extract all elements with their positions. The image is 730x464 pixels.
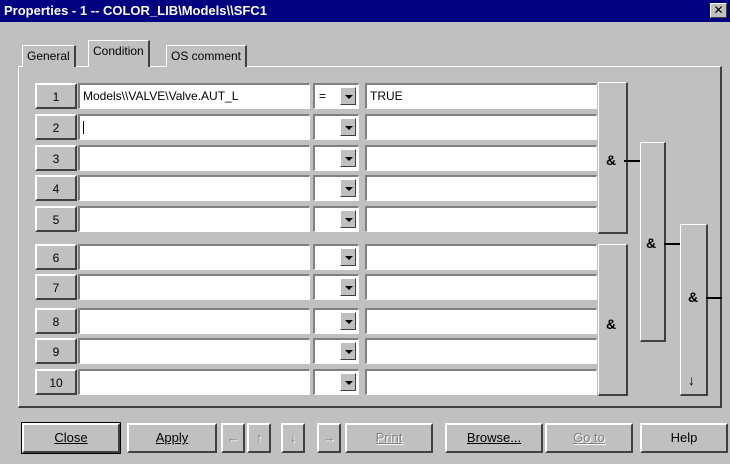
operator-select[interactable] bbox=[313, 274, 359, 300]
expression-input[interactable] bbox=[78, 274, 310, 300]
operator-select[interactable]: = bbox=[313, 83, 359, 109]
operator-select[interactable] bbox=[313, 114, 359, 140]
chevron-down-icon[interactable] bbox=[340, 248, 356, 266]
down-arrow-icon[interactable]: ↓ bbox=[688, 372, 695, 388]
value-input[interactable] bbox=[365, 369, 597, 395]
value-input[interactable] bbox=[365, 206, 597, 232]
chevron-down-icon[interactable] bbox=[340, 312, 356, 330]
and-gate-combined-symbol: & bbox=[646, 235, 657, 251]
apply-button-label: Apply bbox=[155, 430, 189, 445]
value-input[interactable] bbox=[365, 145, 597, 171]
value-input[interactable] bbox=[365, 244, 597, 270]
connector-line bbox=[624, 160, 640, 162]
chevron-down-icon[interactable] bbox=[340, 373, 356, 391]
arrow-right-icon[interactable]: → bbox=[317, 423, 341, 453]
row-number-button[interactable]: 5 bbox=[35, 206, 77, 232]
and-gate-final bbox=[680, 224, 708, 396]
value-input[interactable] bbox=[365, 338, 597, 364]
expression-text: Models\\VALVE\Valve.AUT_L bbox=[83, 89, 239, 103]
tab-condition[interactable]: Condition bbox=[88, 40, 150, 67]
arrow-up-icon[interactable]: ↑ bbox=[247, 423, 271, 453]
chevron-down-icon[interactable] bbox=[340, 179, 356, 197]
connector-line bbox=[706, 297, 722, 299]
browse-button-label: Browse... bbox=[466, 430, 522, 445]
expression-input[interactable]: Models\\VALVE\Valve.AUT_L bbox=[78, 83, 310, 109]
operator-select[interactable] bbox=[313, 175, 359, 201]
chevron-down-icon[interactable] bbox=[340, 278, 356, 296]
chevron-down-icon[interactable] bbox=[340, 149, 356, 167]
value-input[interactable]: TRUE bbox=[365, 83, 597, 109]
row-number-button[interactable]: 8 bbox=[35, 308, 77, 334]
title-bar: Properties - 1 -- COLOR_LIB\Models\\SFC1… bbox=[0, 0, 730, 22]
expression-input[interactable] bbox=[78, 338, 310, 364]
value-input[interactable] bbox=[365, 274, 597, 300]
window-title: Properties - 1 -- COLOR_LIB\Models\\SFC1 bbox=[4, 3, 267, 18]
expression-input[interactable] bbox=[78, 145, 310, 171]
and-gate-group-2-symbol: & bbox=[606, 316, 617, 332]
and-gate-final-symbol: & bbox=[688, 289, 699, 305]
apply-button[interactable]: Apply bbox=[127, 423, 217, 453]
arrow-down-icon[interactable]: ↓ bbox=[281, 423, 305, 453]
expression-input[interactable] bbox=[78, 308, 310, 334]
help-button[interactable]: Help bbox=[640, 423, 728, 453]
tab-general[interactable]: General bbox=[22, 45, 76, 67]
close-button-label: Close bbox=[54, 430, 88, 445]
row-number-button[interactable]: 1 bbox=[35, 83, 77, 109]
arrow-left-icon[interactable]: ← bbox=[221, 423, 245, 453]
row-number-button[interactable]: 6 bbox=[35, 244, 77, 270]
close-button[interactable]: Close bbox=[21, 422, 121, 454]
tab-os-comment[interactable]: OS comment bbox=[166, 45, 248, 67]
value-text: TRUE bbox=[370, 89, 403, 103]
row-number-button[interactable]: 7 bbox=[35, 274, 77, 300]
connector-line bbox=[664, 243, 680, 245]
operator-select[interactable] bbox=[313, 145, 359, 171]
print-button-label: Print bbox=[375, 430, 403, 445]
expression-input[interactable] bbox=[78, 369, 310, 395]
operator-select[interactable] bbox=[313, 338, 359, 364]
goto-button-label: Go to bbox=[573, 430, 605, 445]
close-icon[interactable]: ✕ bbox=[710, 3, 727, 18]
chevron-down-icon[interactable] bbox=[340, 342, 356, 360]
expression-input[interactable] bbox=[78, 206, 310, 232]
expression-input[interactable] bbox=[78, 244, 310, 270]
row-number-button[interactable]: 10 bbox=[35, 369, 77, 395]
browse-button[interactable]: Browse... bbox=[445, 423, 543, 453]
operator-select[interactable] bbox=[313, 369, 359, 395]
row-number-button[interactable]: 4 bbox=[35, 175, 77, 201]
text-cursor bbox=[83, 121, 84, 135]
expression-input[interactable] bbox=[78, 175, 310, 201]
operator-text: = bbox=[319, 89, 327, 103]
row-number-button[interactable]: 2 bbox=[35, 114, 77, 140]
value-input[interactable] bbox=[365, 308, 597, 334]
help-button-label: Help bbox=[670, 430, 698, 445]
expression-input[interactable] bbox=[78, 114, 310, 140]
print-button[interactable]: Print bbox=[345, 423, 433, 453]
chevron-down-icon[interactable] bbox=[340, 210, 356, 228]
goto-button[interactable]: Go to bbox=[545, 423, 633, 453]
operator-select[interactable] bbox=[313, 308, 359, 334]
chevron-down-icon[interactable] bbox=[340, 118, 356, 136]
value-input[interactable] bbox=[365, 175, 597, 201]
chevron-down-icon[interactable] bbox=[340, 87, 356, 105]
value-input[interactable] bbox=[365, 114, 597, 140]
and-gate-group-1-symbol: & bbox=[606, 152, 617, 168]
operator-select[interactable] bbox=[313, 244, 359, 270]
row-number-button[interactable]: 9 bbox=[35, 338, 77, 364]
operator-select[interactable] bbox=[313, 206, 359, 232]
row-number-button[interactable]: 3 bbox=[35, 145, 77, 171]
